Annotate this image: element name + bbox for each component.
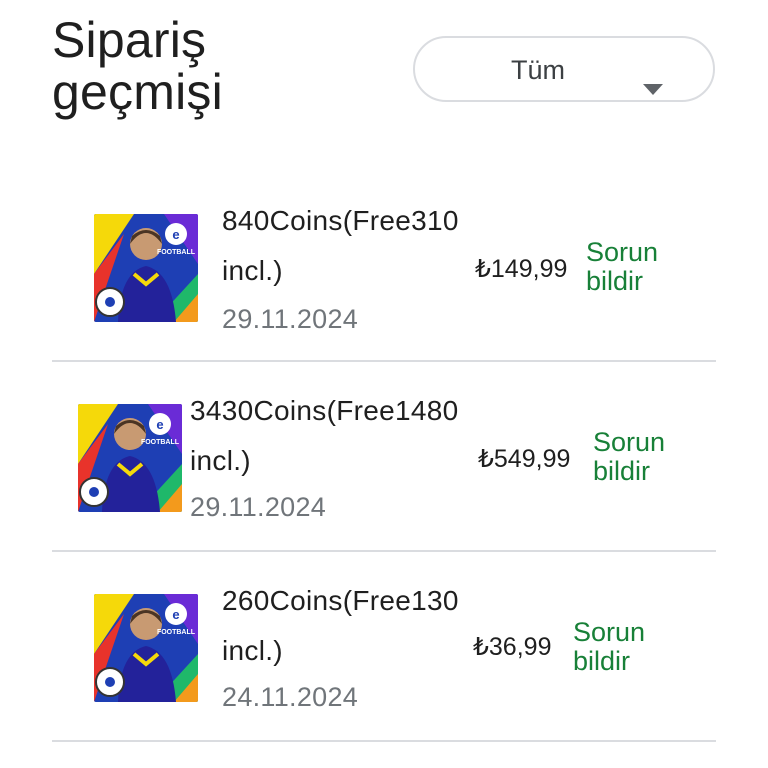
filter-dropdown[interactable]: Tüm (413, 36, 715, 102)
thumbnail-badge: FOOTBALL (141, 439, 180, 446)
order-price: ₺36,99 (473, 633, 552, 661)
order-item-name: 260Coins(Free130 incl.) (222, 585, 459, 666)
dropdown-arrow-icon (643, 84, 663, 95)
svg-text:e: e (172, 607, 179, 622)
order-row[interactable]: e FOOTBALL 260Coins(Free130 incl.) 24.11… (52, 570, 716, 760)
order-row[interactable]: e FOOTBALL 3430Coins(Free1480 incl.) 29.… (52, 380, 716, 570)
order-history-page: Sipariş geçmişi Tüm e FOOTBALL 840Coins(… (0, 0, 768, 768)
thumbnail-badge: FOOTBALL (157, 249, 196, 256)
order-date: 29.11.2024 (190, 492, 327, 522)
order-row[interactable]: e FOOTBALL 840Coins(Free310 incl.) 29.11… (52, 190, 716, 380)
divider (52, 740, 716, 742)
order-date: 24.11.2024 (222, 682, 359, 712)
order-item-name: 3430Coins(Free1480 incl.) (190, 395, 459, 476)
report-problem-link[interactable]: Sorun bildir (586, 238, 658, 296)
game-thumbnail-icon: e FOOTBALL (94, 594, 198, 702)
svg-text:e: e (156, 417, 163, 432)
svg-text:e: e (172, 227, 179, 242)
divider (52, 550, 716, 552)
report-problem-link[interactable]: Sorun bildir (573, 618, 645, 676)
order-price: ₺549,99 (478, 445, 571, 473)
filter-dropdown-label: Tüm (511, 55, 565, 85)
order-date: 29.11.2024 (222, 304, 359, 334)
page-title: Sipariş geçmişi (52, 12, 223, 120)
divider (52, 360, 716, 362)
game-thumbnail-icon: e FOOTBALL (94, 214, 198, 322)
game-thumbnail-icon: e FOOTBALL (78, 404, 182, 512)
thumbnail-badge: FOOTBALL (157, 629, 196, 636)
order-price: ₺149,99 (475, 255, 568, 283)
order-item-name: 840Coins(Free310 incl.) (222, 205, 459, 286)
report-problem-link[interactable]: Sorun bildir (593, 428, 665, 486)
